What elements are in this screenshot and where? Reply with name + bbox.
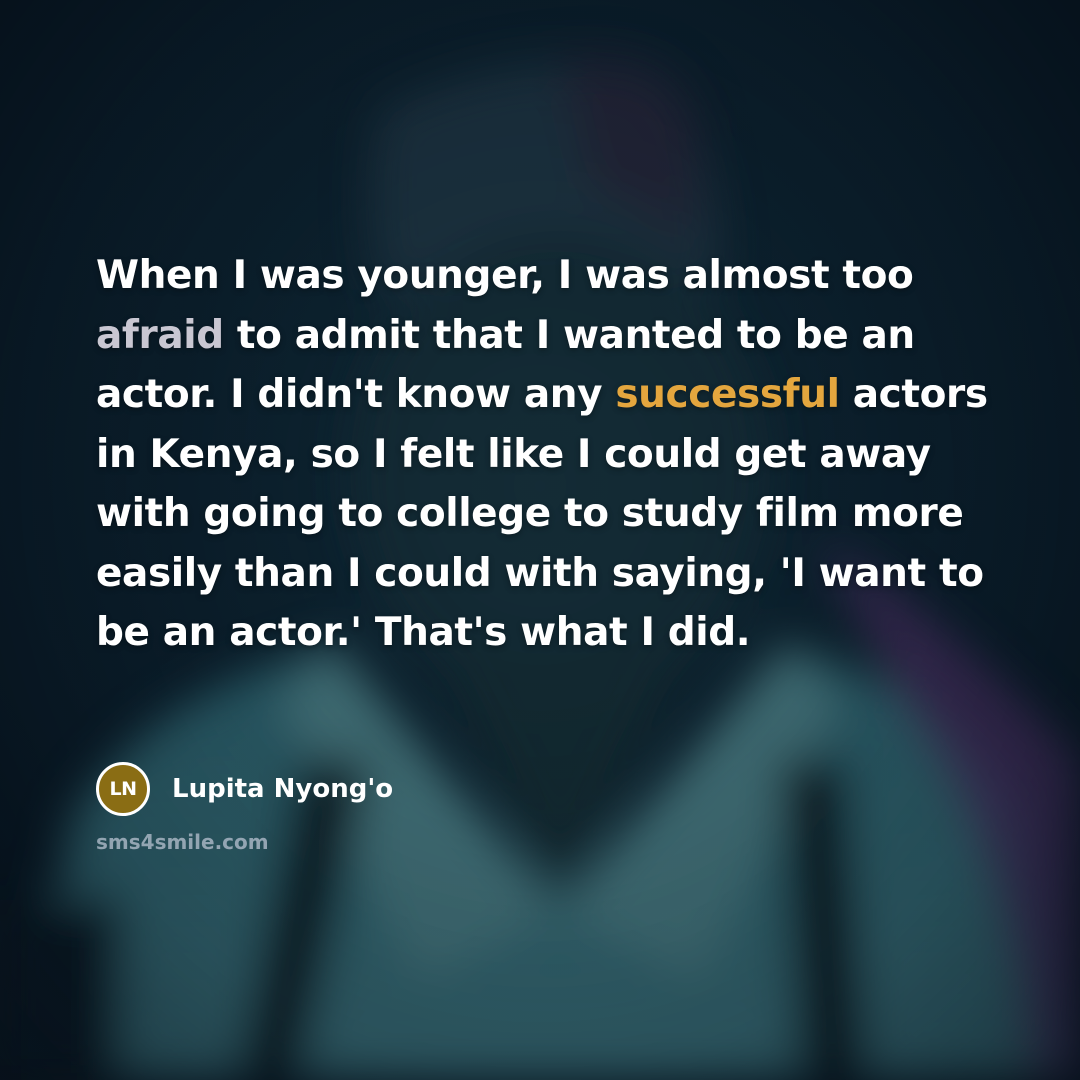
author-attribution: LN Lupita Nyong'o <box>96 760 393 818</box>
author-avatar: LN <box>96 762 150 816</box>
quote-card: When I was younger, I was almost too afr… <box>0 0 1080 1080</box>
quote-segment: When I was younger, I was almost too <box>96 253 914 298</box>
site-watermark: sms4smile.com <box>96 830 269 854</box>
quote-text: When I was younger, I was almost too afr… <box>96 246 996 663</box>
quote-highlight-successful: successful <box>615 372 840 417</box>
quote-highlight-afraid: afraid <box>96 312 224 358</box>
author-name: Lupita Nyong'o <box>172 774 394 804</box>
